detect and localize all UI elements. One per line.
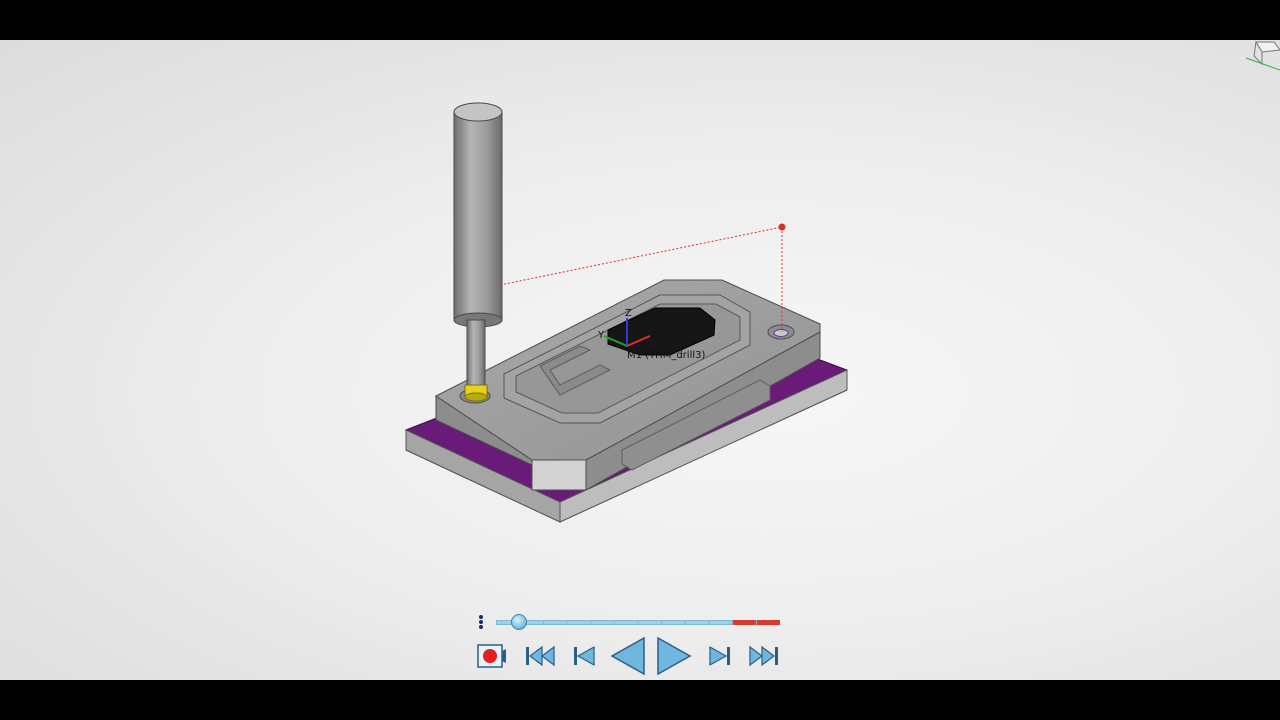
- dot: [479, 620, 483, 624]
- play-icon: [657, 636, 692, 676]
- record-button[interactable]: [476, 640, 506, 672]
- top-letterbox: [0, 0, 1280, 40]
- playback-timeline[interactable]: [496, 614, 780, 630]
- step-back-icon: [574, 645, 595, 667]
- timeline-slider-thumb[interactable]: [510, 614, 527, 630]
- skip-to-end-icon: [749, 645, 778, 667]
- skip-to-start-button[interactable]: [524, 640, 556, 672]
- playback-menu-icon[interactable]: [476, 614, 486, 632]
- operation-label: M1 (THM_drill3): [627, 350, 705, 361]
- record-icon: [477, 644, 506, 668]
- step-back-button[interactable]: [572, 640, 596, 672]
- 3d-viewport[interactable]: Z X Y M1 (THM_drill3): [0, 40, 1280, 680]
- play-reverse-icon: [610, 636, 645, 676]
- axis-z-label: Z: [625, 308, 632, 319]
- machining-scene: Z X Y M1 (THM_drill3): [404, 102, 849, 523]
- play-reverse-button[interactable]: [610, 636, 646, 676]
- cutting-tool: [453, 102, 503, 402]
- step-forward-button[interactable]: [708, 640, 732, 672]
- timeline-ticks: [519, 620, 757, 625]
- view-cube-icon[interactable]: [1244, 40, 1280, 76]
- play-button[interactable]: [656, 636, 692, 676]
- axis-x-label: X: [651, 330, 658, 341]
- axis-y-label: Y: [597, 330, 605, 341]
- dot: [479, 625, 483, 629]
- skip-to-start-icon: [526, 645, 555, 667]
- dot: [479, 615, 483, 619]
- skip-to-end-button[interactable]: [748, 640, 780, 672]
- step-forward-icon: [709, 645, 730, 667]
- bottom-letterbox: [0, 680, 1280, 720]
